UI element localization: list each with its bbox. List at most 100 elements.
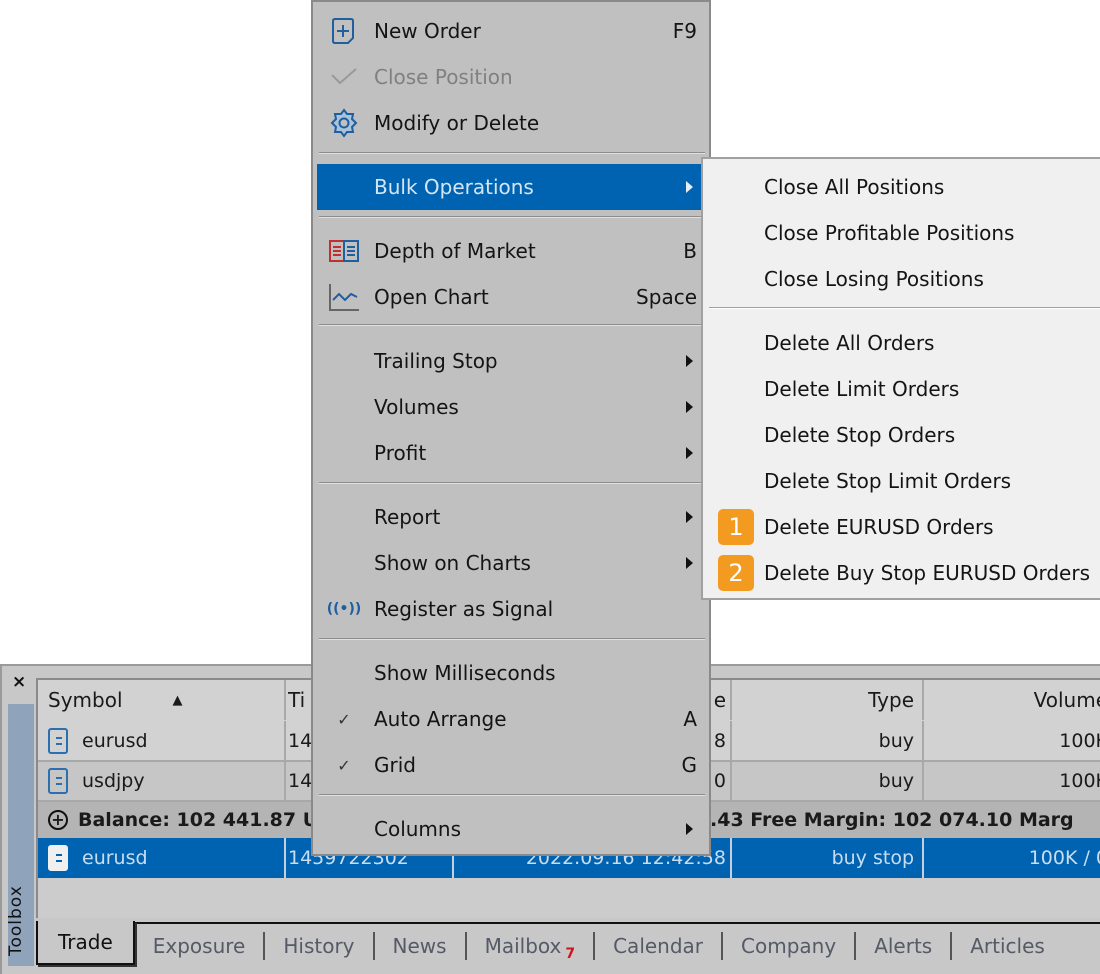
tab-alerts[interactable]: Alerts [856, 926, 950, 966]
toolbox-close-button[interactable]: × [12, 674, 26, 691]
column-divider[interactable] [922, 680, 924, 720]
sort-ascending-icon: ▲ [172, 692, 183, 708]
expand-icon[interactable]: + [48, 810, 68, 830]
volume-cell: 100K [1059, 729, 1100, 752]
submenu-item-delete-buy-stop-eurusd-orders[interactable]: 2 Delete Buy Stop EURUSD Orders [703, 550, 1100, 596]
column-header-type[interactable]: Type [728, 680, 914, 720]
menu-item-label: Bulk Operations [374, 175, 534, 199]
chart-icon [329, 282, 359, 312]
submenu-item-close-losing-positions[interactable]: Close Losing Positions [703, 256, 1100, 302]
menu-item-label: Grid [374, 753, 416, 777]
menu-separator [319, 482, 705, 484]
tab-history[interactable]: History [265, 926, 372, 966]
menu-item-open-chart[interactable]: Open Chart Space [317, 274, 705, 320]
menu-item-label: Profit [374, 441, 427, 465]
menu-item-report[interactable]: Report [317, 494, 705, 540]
step-badge-2: 2 [718, 555, 754, 591]
tab-company[interactable]: Company [723, 926, 854, 966]
menu-item-label: Trailing Stop [374, 349, 498, 373]
menu-separator [319, 216, 705, 218]
menu-separator [319, 324, 705, 326]
menu-item-label: Delete All Orders [764, 331, 935, 355]
menu-separator [709, 307, 1100, 309]
submenu-arrow-icon [686, 823, 693, 835]
menu-item-label: Register as Signal [374, 597, 554, 621]
tab-articles[interactable]: Articles [952, 926, 1063, 966]
shortcut-label: Space [636, 285, 697, 309]
menu-item-show-milliseconds[interactable]: Show Milliseconds [317, 650, 705, 696]
submenu-arrow-icon [686, 401, 693, 413]
position-icon [48, 727, 68, 754]
menu-item-label: Close Losing Positions [764, 267, 984, 291]
tab-news[interactable]: News [375, 926, 465, 966]
submenu-item-delete-eurusd-orders[interactable]: 1 Delete EURUSD Orders [703, 504, 1100, 550]
menu-separator [319, 152, 705, 154]
submenu-item-delete-limit-orders[interactable]: Delete Limit Orders [703, 366, 1100, 412]
menu-item-label: Report [374, 505, 441, 529]
tab-calendar[interactable]: Calendar [595, 926, 721, 966]
tab-mailbox[interactable]: Mailbox 7 [467, 926, 594, 966]
mailbox-count-badge: 7 [565, 946, 576, 962]
submenu-arrow-icon [686, 511, 693, 523]
symbol-cell: eurusd [82, 729, 148, 752]
submenu-item-close-all-positions[interactable]: Close All Positions [703, 164, 1100, 210]
menu-item-close-position[interactable]: Close Position [317, 54, 705, 100]
column-header-volume[interactable]: Volume [928, 680, 1100, 720]
tab-exposure[interactable]: Exposure [135, 926, 264, 966]
menu-item-label: Columns [374, 817, 462, 841]
menu-item-label: Depth of Market [374, 239, 536, 263]
menu-item-label: Show Milliseconds [374, 661, 556, 685]
step-badge-1: 1 [718, 509, 754, 545]
type-cell: buy [878, 770, 914, 792]
menu-item-profit[interactable]: Profit [317, 430, 705, 476]
menu-item-grid[interactable]: ✓ Grid G [317, 742, 705, 788]
type-cell: buy stop [831, 847, 914, 869]
submenu-item-close-profitable-positions[interactable]: Close Profitable Positions [703, 210, 1100, 256]
submenu-item-delete-stop-limit-orders[interactable]: Delete Stop Limit Orders [703, 458, 1100, 504]
submenu-arrow-icon [686, 447, 693, 459]
column-divider[interactable] [284, 680, 286, 720]
submenu-item-delete-stop-orders[interactable]: Delete Stop Orders [703, 412, 1100, 458]
menu-item-register-as-signal[interactable]: ((•)) Register as Signal [317, 586, 705, 632]
depth-of-market-icon [329, 236, 359, 266]
symbol-cell: usdjpy [82, 770, 145, 792]
menu-item-bulk-operations[interactable]: Bulk Operations [317, 164, 705, 210]
menu-separator [319, 794, 705, 796]
menu-item-label: Close Profitable Positions [764, 221, 1015, 245]
new-order-icon [329, 16, 359, 46]
menu-item-volumes[interactable]: Volumes [317, 384, 705, 430]
menu-item-label: Volumes [374, 395, 459, 419]
menu-item-label: Delete Limit Orders [764, 377, 960, 401]
type-cell: buy [878, 729, 914, 752]
menu-item-label: Delete EURUSD Orders [764, 515, 994, 539]
checkmark-icon: ✓ [337, 709, 351, 729]
context-menu: New Order F9 Close Position Modify or De… [311, 0, 711, 856]
order-icon [48, 845, 68, 871]
signal-icon: ((•)) [326, 601, 362, 617]
tab-label: Mailbox [484, 934, 562, 958]
shortcut-label: B [683, 239, 697, 263]
menu-item-trailing-stop[interactable]: Trailing Stop [317, 338, 705, 384]
menu-item-auto-arrange[interactable]: ✓ Auto Arrange A [317, 696, 705, 742]
menu-item-new-order[interactable]: New Order F9 [317, 8, 705, 54]
toolbox-label: Toolbox [6, 885, 26, 956]
shortcut-label: F9 [672, 19, 697, 43]
toolbox-tabs: Trade Exposure History News Mailbox 7 Ca… [36, 921, 1100, 968]
menu-item-label: Modify or Delete [374, 111, 540, 135]
shortcut-label: G [681, 753, 698, 777]
volume-cell: 100K [1059, 770, 1100, 792]
balance-text: Balance: 102 441.87 U [78, 809, 319, 831]
menu-item-label: Close All Positions [764, 175, 945, 199]
column-label: Symbol [48, 688, 123, 712]
position-icon [48, 768, 68, 794]
menu-item-show-on-charts[interactable]: Show on Charts [317, 540, 705, 586]
menu-item-depth-of-market[interactable]: Depth of Market B [317, 228, 705, 274]
column-header-symbol[interactable]: Symbol ▲ [48, 680, 284, 720]
tab-trade[interactable]: Trade [36, 921, 135, 965]
submenu-item-delete-all-orders[interactable]: Delete All Orders [703, 320, 1100, 366]
menu-item-columns[interactable]: Columns [317, 806, 705, 852]
menu-separator [319, 638, 705, 640]
submenu-arrow-icon [686, 181, 693, 193]
menu-item-label: Delete Buy Stop EURUSD Orders [764, 561, 1091, 585]
menu-item-modify-or-delete[interactable]: Modify or Delete [317, 100, 705, 146]
